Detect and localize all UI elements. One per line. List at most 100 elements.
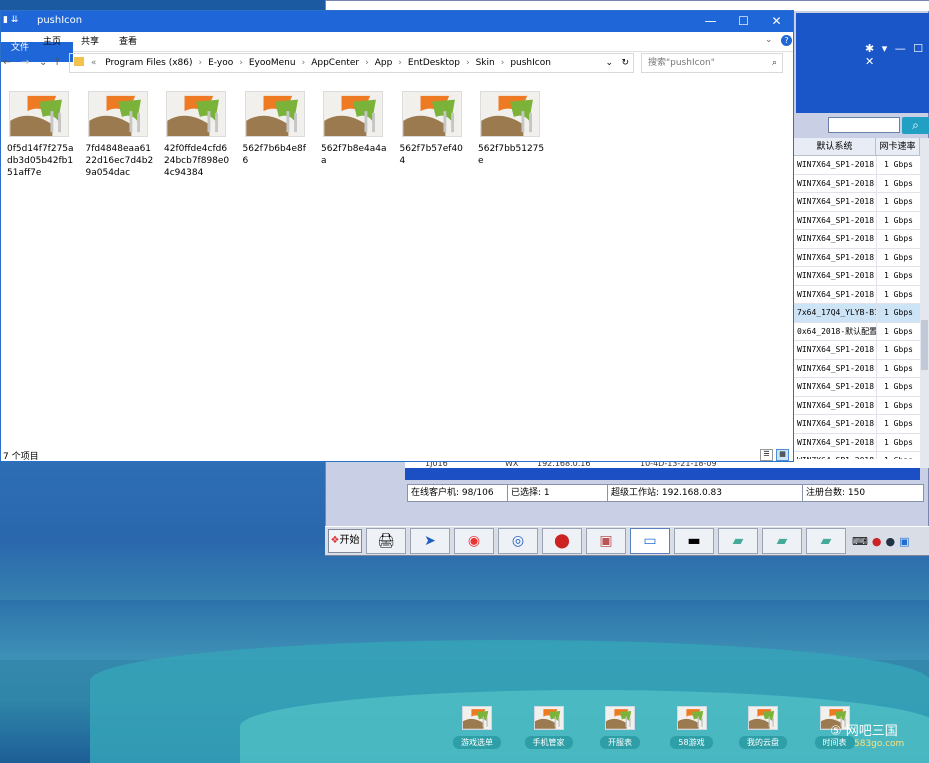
logo-text: 网吧三国 [845,724,898,739]
ribbon-expand-icon[interactable]: ⌄ [765,35,773,45]
breadcrumb-separator-icon[interactable]: › [501,54,505,72]
breadcrumb-item[interactable]: Skin [476,54,495,72]
table-row[interactable]: WIN7X64_SP1-20181 Gbps [794,341,920,360]
breadcrumb-item[interactable]: AppCenter [311,54,359,72]
breadcrumb-item[interactable]: E-yoo [208,54,233,72]
desktop-icon[interactable]: 开服表 [580,706,660,749]
help-icon[interactable]: ? [781,35,792,46]
network-icon[interactable]: ◎ [498,528,538,554]
close-icon[interactable]: ✕ [760,11,793,32]
table-row[interactable]: WIN7X64_SP1-20181 Gbps [794,285,920,304]
table-row[interactable]: WIN7X64_SP1-20181 Gbps [794,396,920,415]
table-vertical-scrollbar[interactable] [920,138,929,468]
file-item[interactable]: 7fd4848eaa6122d16ec7d4b29a054dac [82,91,154,179]
notebook-icon-3[interactable]: ▰ [806,528,846,554]
breadcrumb-item[interactable]: EyooMenu [249,54,296,72]
table-row[interactable]: WIN7X64_SP1-20181 Gbps [794,415,920,434]
table-row[interactable]: WIN7X64_SP1-20181 Gbps [794,193,920,212]
maximize-icon[interactable]: ☐ [727,11,760,32]
file-list: 0f5d14f7f275adb3d05b42fb151aff7e 7fd4848e… [1,81,793,451]
table-horizontal-scrollbar[interactable] [405,468,920,480]
file-item[interactable]: 562f7b6b4e8f6 [239,91,311,167]
breadcrumb-item[interactable]: pushIcon [510,54,551,72]
search-field[interactable]: 搜索"pushIcon" ⌕ [641,53,783,73]
table-row[interactable]: WIN7X64_SP1-20181 Gbps [794,174,920,193]
recent-locations-icon[interactable]: ⌄ [39,57,47,68]
file-item[interactable]: 0f5d14f7f275adb3d05b42fb151aff7e [3,91,75,179]
quick-access-toolbar-icon[interactable]: ▮ ⇊ [3,15,18,25]
table-row[interactable]: 7x64_17Q4_YLYB-B1501 Gbps [794,304,920,323]
breadcrumb-separator-icon[interactable]: › [365,54,369,72]
desktop-icon-label: 游戏选单 [453,736,501,749]
table-row[interactable]: WIN7X64_SP1-20181 Gbps [794,211,920,230]
tray-monitor-icon[interactable]: ▣ [899,535,909,548]
tab-share[interactable]: 共享 [71,32,109,52]
powershell-icon[interactable]: ➤ [410,528,450,554]
breadcrumb-separator-icon[interactable]: › [302,54,306,72]
app-thumbnail-icon [748,706,778,730]
table-row[interactable]: WIN7X64_SP1-20181 Gbps [794,248,920,267]
file-item[interactable]: 562f7b57ef404 [396,91,468,167]
search-icon[interactable]: ⌕ [772,54,777,72]
breadcrumb-separator-icon[interactable]: › [199,54,203,72]
explorer-status-bar: 7 个项目 ☰ ▦ [1,449,793,462]
up-icon[interactable]: ↑ [53,57,61,68]
back-icon[interactable]: ← [3,57,11,68]
breadcrumb-item[interactable]: EntDesktop [408,54,460,72]
monitor-icon[interactable]: ▭ [630,528,670,554]
file-item[interactable]: 562f7b8e4a4aa [317,91,389,167]
table-row[interactable]: 0x64_2018-默认配置 1 Gbps [794,322,920,341]
notebook-icon-2[interactable]: ▰ [762,528,802,554]
breadcrumb-separator-icon[interactable]: › [466,54,470,72]
desktop-icon[interactable]: 我的云盘 [723,706,803,749]
printer-icon[interactable]: 🖨 [366,528,406,554]
breadcrumb-item[interactable]: App [375,54,393,72]
status-selected: 已选择: 1 [508,485,608,501]
table-row[interactable]: WIN7X64_SP1-20181 Gbps [794,267,920,286]
file-item[interactable]: 42f0ffde4cfd624bcb7f898e04c94384 [160,91,232,179]
keyboard-icon[interactable]: ⌨ [852,535,868,548]
minimize-icon[interactable]: — [694,11,727,32]
red-app-icon[interactable]: ⬤ [542,528,582,554]
logo-watermark: ⑤ 网吧三国 583go.com [830,720,904,749]
folder-icon [74,57,84,66]
column-default-os[interactable]: 默认系统 [794,138,876,155]
desktop-icon[interactable]: 58游戏 [652,706,732,749]
app-window-controls[interactable]: ✱ ▾ — ☐ ✕ [865,42,929,68]
refresh-icon[interactable]: ↻ [621,54,629,72]
explorer-titlebar[interactable]: ▮ ⇊ pushIcon — ☐ ✕ [1,11,793,32]
table-row[interactable]: WIN7X64_SP1-20181 Gbps [794,433,920,452]
drive-icon[interactable]: ▬ [674,528,714,554]
color-wheel-icon[interactable]: ◉ [454,528,494,554]
address-dropdown-icon[interactable]: ⌄ [605,54,613,72]
overflow-chevron-icon[interactable]: « [91,54,97,72]
search-icon[interactable]: ⌕ [902,117,929,134]
breadcrumb-item[interactable]: Program Files (x86) [105,54,192,72]
table-row[interactable]: WIN7X64_SP1-20181 Gbps [794,230,920,249]
large-icons-view-icon[interactable]: ▦ [776,449,789,461]
table-scroll-thumb[interactable] [921,320,928,370]
address-bar[interactable]: « Program Files (x86) › E-yoo › EyooMenu › App… [69,53,634,73]
desktop-icon[interactable]: 手机管家 [509,706,589,749]
file-item[interactable]: 562f7bb51275e [474,91,546,167]
address-bar-row: ← → ⌄ ↑ « Program Files (x86) › E-yoo › Eyoo… [1,52,793,76]
forward-icon[interactable]: → [21,57,29,68]
notebook-icon[interactable]: ▰ [718,528,758,554]
tray-steam-icon[interactable]: ● [886,535,896,548]
tab-home[interactable]: 主页 [33,32,71,52]
cell-default-os: WIN7X64_SP1-2018 [797,363,875,373]
client-table: 默认系统 网卡速率 WIN7X64_SP1-2018 1 Gbps WIN7X64_… [794,138,920,468]
details-view-icon[interactable]: ☰ [760,449,773,461]
table-row[interactable]: WIN7X64_SP1-20181 Gbps [794,359,920,378]
tray-red-icon[interactable]: ● [872,535,882,548]
start-button[interactable]: ❖开始 [328,529,362,553]
breadcrumb-separator-icon[interactable]: › [239,54,243,72]
breadcrumb-separator-icon[interactable]: › [398,54,402,72]
table-row[interactable]: WIN7X64_SP1-20181 Gbps [794,378,920,397]
tab-view[interactable]: 查看 [109,32,147,52]
desktop-icon[interactable]: 游戏选单 [437,706,517,749]
app-search-input[interactable] [828,117,900,133]
package-icon[interactable]: ▣ [586,528,626,554]
column-nic-speed[interactable]: 网卡速率 [876,138,920,155]
table-row[interactable]: WIN7X64_SP1-20181 Gbps [794,156,920,175]
